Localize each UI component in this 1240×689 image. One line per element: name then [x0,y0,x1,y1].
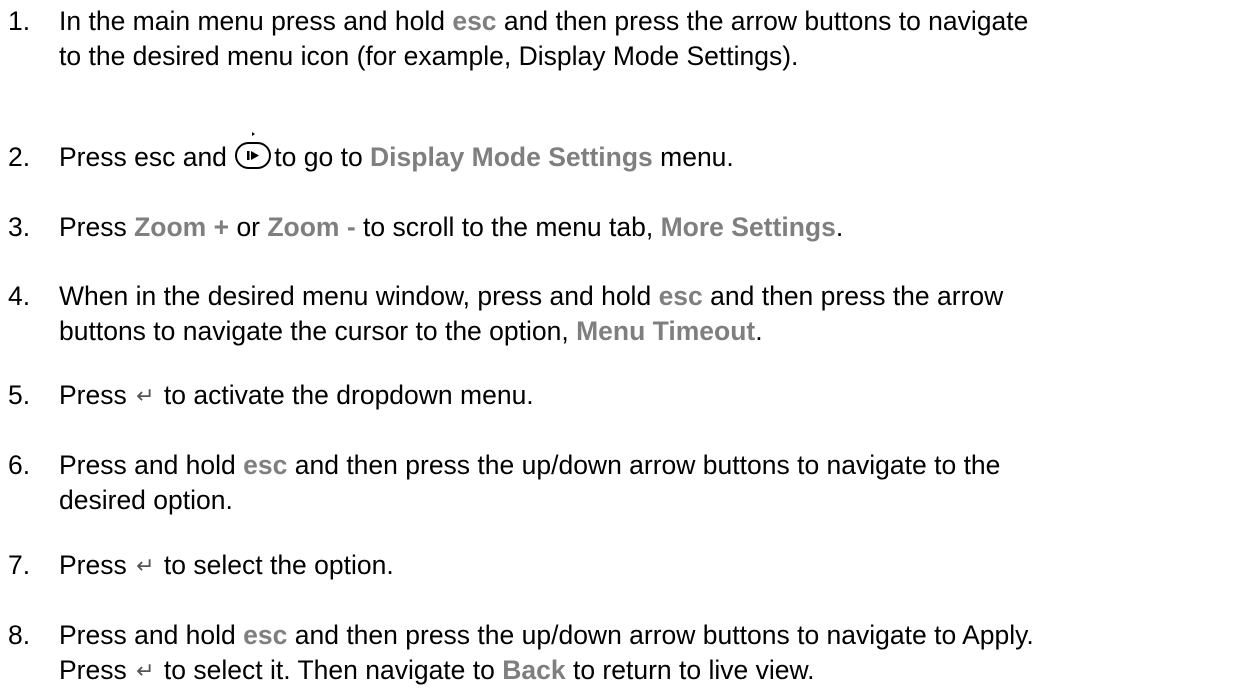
step-line: to the desired menu icon (for example, D… [59,39,798,74]
step-line: Press ↵ to select the option. [59,548,394,584]
step-line: Press Zoom + or Zoom - to scroll to the … [59,210,843,245]
keyword-label: Back [502,655,566,685]
step-text-segment: Press [59,380,135,410]
step-text-segment: . [755,316,763,346]
step-text-segment: and then press the arrow buttons to navi… [496,6,1029,36]
step-number: 1. [8,6,31,36]
step-text-segment: and then press the arrow [702,281,1004,311]
play-button-icon [234,132,272,169]
step-text-segment: Press [59,212,135,242]
step-text-segment: or [229,212,268,242]
step-text-segment: to return to live view. [565,655,815,685]
step-number: 6. [8,450,31,480]
step-line: Press and hold esc and then press the up… [59,618,1034,653]
step-text-segment: to activate the dropdown menu. [156,380,534,410]
step-line: Press ↵ to select it. Then navigate to B… [59,653,815,689]
step-number: 3. [8,212,31,242]
step-line: buttons to navigate the cursor to the op… [59,314,763,349]
step-text-segment: to the desired menu icon (for example, D… [59,41,799,71]
step-text-segment: menu. [652,142,734,172]
step-text-segment: In the main menu press and hold [59,6,453,36]
keyword-label: esc [243,620,288,650]
step-line: When in the desired menu window, press a… [59,279,1003,314]
step-text-segment: to select the option. [156,550,394,580]
keyword-label: Zoom + [134,212,230,242]
enter-key-icon: ↵ [136,383,155,408]
step-text-segment: to select it. Then navigate to [156,655,503,685]
step-line: desired option. [59,483,233,518]
step-text-segment: to go to [274,142,371,172]
step-line: In the main menu press and hold esc and … [59,4,1028,39]
keyword-label: esc [243,450,288,480]
step-text-segment: Press and hold [59,450,244,480]
step-text-segment: desired option. [59,485,233,515]
step-number: 4. [8,281,31,311]
step-line: Press and hold esc and then press the up… [59,448,1000,483]
step-text-segment: Press esc and [59,142,235,172]
step-number: 5. [8,380,31,410]
keyword-label: Zoom - [267,212,356,242]
step-text-segment: to scroll to the menu tab, [355,212,661,242]
step-line: Press esc and to go to Display Mode Sett… [59,132,734,175]
step-text-segment: buttons to navigate the cursor to the op… [59,316,577,346]
keyword-label: esc [658,281,703,311]
step-number: 7. [8,550,31,580]
keyword-label: More Settings [660,212,836,242]
enter-key-icon: ↵ [136,553,155,578]
step-text-segment: and then press the up/down arrow buttons… [287,620,1034,650]
step-text-segment: Press [59,655,135,685]
step-text-segment: Press and hold [59,620,244,650]
keyword-label: Menu Timeout [576,316,756,346]
step-number: 2. [8,142,31,172]
enter-key-icon: ↵ [136,658,155,683]
step-text-segment: and then press the up/down arrow buttons… [287,450,1001,480]
step-text-segment: Press [59,550,135,580]
keyword-label: esc [452,6,497,36]
keyword-label: Display Mode Settings [370,142,653,172]
step-line: Press ↵ to activate the dropdown menu. [59,378,534,414]
step-text-segment: When in the desired menu window, press a… [59,281,659,311]
step-text-segment: . [835,212,844,242]
step-number: 8. [8,620,31,650]
